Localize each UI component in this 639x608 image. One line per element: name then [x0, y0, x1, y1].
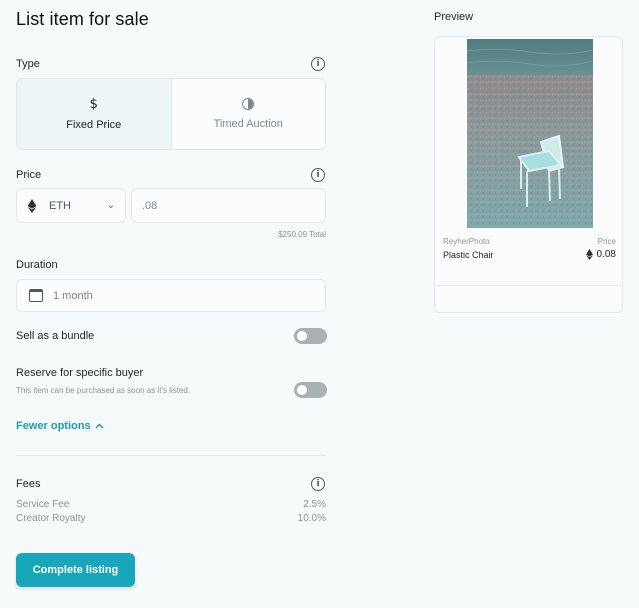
preview-item-name: Plastic Chair	[443, 249, 494, 260]
type-selector: $ Fixed Price Timed Auction	[16, 78, 326, 150]
preview-card[interactable]: ReyherPhoto Price Plastic Chair 0.08	[434, 36, 623, 313]
type-label: Type	[16, 58, 40, 70]
fee-row-service: Service Fee 2.5%	[16, 499, 326, 510]
preview-card-divider	[435, 285, 622, 286]
type-option-timed-auction[interactable]: Timed Auction	[172, 79, 326, 149]
timer-icon	[242, 98, 255, 110]
preview-price: 0.08	[585, 249, 616, 260]
type-option-label: Fixed Price	[66, 118, 122, 131]
bundle-label: Sell as a bundle	[16, 330, 95, 342]
duration-value: 1 month	[53, 289, 93, 302]
type-option-label: Timed Auction	[213, 118, 283, 130]
preview-meta: ReyherPhoto Price Plastic Chair 0.08	[443, 237, 616, 260]
fee-row-royalty: Creator Royalty 10.0%	[16, 513, 326, 524]
section-divider	[16, 455, 326, 456]
fee-name: Creator Royalty	[16, 513, 86, 524]
ethereum-icon	[585, 249, 593, 260]
currency-select[interactable]: ETH ⌄	[16, 188, 126, 223]
price-info-icon[interactable]: i	[311, 168, 325, 182]
fee-value: 10.0%	[297, 513, 326, 524]
preview-price-label: Price	[597, 237, 616, 246]
type-info-icon[interactable]: i	[311, 57, 325, 71]
fees-label: Fees	[16, 478, 41, 490]
reserve-help-text: This item can be purchased as soon as it…	[16, 386, 191, 395]
artwork-image	[467, 39, 593, 228]
chevron-up-icon	[95, 423, 104, 429]
fewer-options-link[interactable]: Fewer options	[16, 420, 104, 432]
duration-field[interactable]: 1 month	[16, 279, 326, 312]
type-option-fixed-price[interactable]: $ Fixed Price	[17, 79, 172, 149]
reserve-label: Reserve for specific buyer	[16, 367, 144, 379]
fee-name: Service Fee	[16, 499, 70, 510]
price-label: Price	[16, 169, 42, 181]
preview-price-value: 0.08	[596, 249, 616, 260]
duration-label: Duration	[16, 259, 58, 271]
preview-label: Preview	[434, 11, 474, 23]
preview-creator: ReyherPhoto	[443, 237, 490, 246]
ethereum-icon	[27, 198, 37, 213]
reserve-toggle[interactable]	[294, 382, 327, 398]
chevron-down-icon: ⌄	[106, 200, 115, 211]
currency-value: ETH	[49, 199, 71, 212]
fee-value: 2.5%	[303, 499, 326, 510]
page-title: List item for sale	[16, 9, 149, 29]
fewer-options-label: Fewer options	[16, 420, 91, 432]
dollar-icon: $	[89, 96, 98, 112]
price-total: $250.09 Total	[278, 230, 326, 239]
price-input[interactable]: .08	[131, 188, 326, 223]
complete-listing-button[interactable]: Complete listing	[16, 553, 135, 587]
bundle-toggle[interactable]	[294, 328, 327, 344]
price-input-value: .08	[142, 199, 158, 212]
calendar-icon	[29, 289, 43, 302]
fees-info-icon[interactable]: i	[311, 477, 325, 491]
